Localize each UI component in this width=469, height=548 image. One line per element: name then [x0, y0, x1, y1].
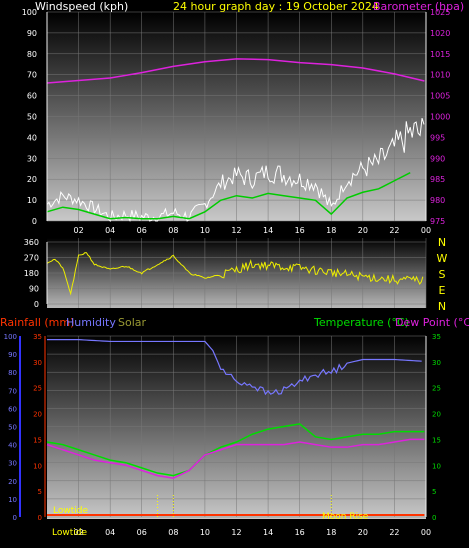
x-tick-label: 04	[105, 528, 115, 537]
y-left-tick-label: 50	[27, 113, 37, 122]
x-tick-label: 10	[200, 528, 210, 537]
rain-tick-label: 15	[33, 436, 42, 444]
y-left-tick-label: 70	[27, 71, 37, 80]
temperature-tick-label: 0	[432, 514, 436, 522]
compass-label: E	[439, 284, 446, 297]
rain-tick-label: 5	[38, 488, 42, 496]
x-tick-label: 18	[326, 226, 336, 235]
x-tick-label: 18	[326, 528, 336, 537]
y-tick-label: 270	[24, 254, 39, 263]
y-left-tick-label: 10	[27, 196, 37, 205]
moonrise-label: Moon Rise	[322, 512, 369, 522]
y-right-tick-label: 985	[430, 175, 445, 184]
y-left-tick-label: 30	[27, 154, 37, 163]
temperature-tick-label: 35	[432, 333, 441, 341]
y-left-tick-label: 80	[27, 50, 37, 59]
x-tick-label: 02	[73, 226, 83, 235]
x-tick-label: 08	[168, 226, 178, 235]
y-right-tick-label: 1015	[430, 50, 450, 59]
y-right-tick-label: 980	[430, 196, 445, 205]
x-tick-label: 14	[263, 226, 273, 235]
humidity-tick-label: 70	[8, 387, 17, 395]
rain-tick-label: 10	[33, 462, 42, 470]
y-right-tick-label: 1000	[430, 113, 450, 122]
humidity-tick-label: 30	[8, 460, 17, 468]
x-tick-label: 16	[295, 528, 305, 537]
temperature-tick-label: 25	[432, 385, 441, 393]
x-tick-label: 22	[389, 528, 399, 537]
x-tick-label: 00	[421, 226, 431, 235]
compass-label: N	[438, 300, 446, 313]
x-tick-label: 12	[231, 226, 241, 235]
humidity-tick-label: 90	[8, 351, 17, 359]
x-tick-label: 10	[200, 226, 210, 235]
x-tick-label: 06	[137, 226, 147, 235]
humidity-title: Humidity	[66, 316, 116, 329]
dewpoint-title: Dew Point (°C)	[395, 316, 469, 329]
x-tick-label: 14	[263, 528, 273, 537]
compass-label: S	[439, 268, 446, 281]
weather-graphs: 0102030405060708090100975980985990995100…	[0, 0, 469, 538]
x-tick-label: 08	[168, 528, 178, 537]
chart-date-title: 24 hour graph day : 19 October 2024	[173, 0, 379, 13]
temperature-tick-label: 15	[432, 436, 441, 444]
y-right-tick-label: 975	[430, 217, 445, 226]
y-right-tick-label: 1020	[430, 29, 450, 38]
y-right-tick-label: 1010	[430, 71, 450, 80]
temperature-tick-label: 10	[432, 462, 441, 470]
x-tick-label: 20	[358, 226, 368, 235]
x-tick-label: 16	[295, 226, 305, 235]
compass-label: W	[437, 252, 448, 265]
windspeed-title: Windspeed (kph)	[35, 0, 128, 13]
humidity-tick-label: 20	[8, 478, 17, 486]
y-right-tick-label: 1005	[430, 92, 450, 101]
humidity-tick-label: 60	[8, 405, 17, 413]
lowtide-label: Lowtide	[53, 506, 88, 516]
y-left-tick-label: 0	[32, 217, 37, 226]
x-tick-label: 06	[137, 528, 147, 537]
x-tick-label: 12	[231, 528, 241, 537]
rainfall-title: Rainfall (mm)	[0, 316, 74, 329]
humidity-tick-label: 0	[13, 514, 17, 522]
weather-graph-page: 0 10 20 30 40 50 60 70 80 90 100 975 980 985 990 995 100…	[0, 0, 469, 544]
rain-tick-label: 0	[38, 514, 42, 522]
rain-tick-label: 35	[33, 333, 42, 341]
x-tick-label: 04	[105, 226, 115, 235]
y-right-tick-label: 995	[430, 133, 445, 142]
y-tick-label: 180	[24, 269, 39, 278]
temperature-tick-label: 30	[432, 359, 441, 367]
rain-tick-label: 30	[33, 359, 42, 367]
humidity-tick-label: 10	[8, 496, 17, 504]
y-tick-label: 0	[34, 300, 39, 309]
humidity-tick-label: 40	[8, 442, 17, 450]
y-tick-label: 90	[29, 285, 39, 294]
direction-axes: 0 90 180 270 360	[24, 238, 48, 309]
solar-title: Solar	[118, 316, 147, 329]
humidity-tick-label: 50	[8, 424, 17, 432]
y-left-tick-label: 60	[27, 92, 37, 101]
lowtide-bottom-label: Lowtide	[52, 528, 87, 538]
rain-tick-label: 25	[33, 385, 42, 393]
temperature-tick-label: 5	[432, 488, 436, 496]
y-left-tick-label: 40	[27, 133, 37, 142]
x-tick-label: 00	[421, 528, 431, 537]
y-right-tick-label: 990	[430, 154, 445, 163]
y-left-tick-label: 20	[27, 175, 37, 184]
y-left-tick-label: 90	[27, 29, 37, 38]
temperature-tick-label: 20	[432, 411, 441, 419]
x-tick-label: 20	[358, 528, 368, 537]
compass-label: N	[438, 236, 446, 249]
humidity-tick-label: 80	[8, 369, 17, 377]
humidity-tick-label: 100	[4, 333, 17, 341]
barometer-title: Barometer (hpa)	[373, 0, 464, 13]
compass-labels: NWSEN	[437, 236, 448, 313]
y-tick-label: 360	[24, 238, 39, 247]
x-tick-label: 22	[389, 226, 399, 235]
rain-tick-label: 20	[33, 411, 42, 419]
